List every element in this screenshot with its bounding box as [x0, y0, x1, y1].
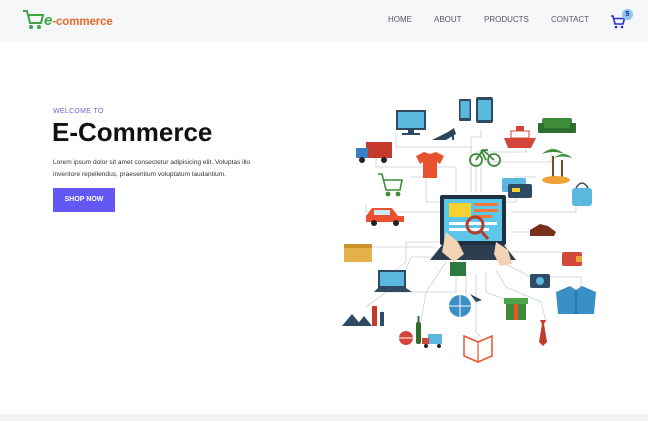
palm-island-icon	[542, 149, 572, 184]
tower-icon	[372, 306, 384, 326]
car-icon	[366, 208, 404, 226]
laptop-icon	[374, 270, 412, 292]
nav-products[interactable]: PRODUCTS	[484, 15, 529, 24]
nav-home[interactable]: HOME	[388, 15, 412, 24]
tablet-icon	[459, 99, 471, 121]
footer-strip	[0, 414, 648, 421]
ship-icon	[504, 126, 536, 148]
gift-icon	[504, 298, 528, 320]
brand-name: e-commerce	[44, 11, 113, 29]
hero-title: E-Commerce	[52, 117, 213, 147]
logo-cart-icon	[23, 10, 45, 29]
nav-about[interactable]: ABOUT	[434, 15, 462, 24]
heel-icon	[432, 128, 456, 140]
hero-description-line1: Lorem ipsum dolor sit amet consectetur a…	[53, 159, 251, 166]
ecommerce-illustration	[342, 97, 596, 363]
camera-icon	[530, 274, 550, 288]
navbar: e-commerce HOME ABOUT PRODUCTS CONTACT 5	[0, 0, 648, 42]
nav-contact[interactable]: CONTACT	[551, 15, 589, 24]
wine-icon	[416, 316, 421, 344]
cart-icon	[378, 173, 403, 197]
tshirt-icon	[416, 152, 444, 178]
monitor-icon	[396, 110, 426, 135]
box-icon	[344, 244, 372, 262]
sofa-icon	[538, 118, 576, 133]
hero-description-line2: inventore repellendus, praesentium volup…	[53, 171, 227, 178]
ball-icon	[399, 331, 413, 345]
cart-button[interactable]: 5	[610, 9, 634, 31]
phone-icon	[476, 97, 493, 123]
truck-small-icon	[422, 334, 442, 348]
brand-logo[interactable]: e-commerce	[22, 8, 113, 32]
tie-icon	[539, 320, 547, 346]
book-icon	[463, 334, 493, 363]
handbag-icon	[572, 182, 592, 206]
wallet-icon	[562, 252, 582, 266]
credit-card-icon	[502, 178, 532, 198]
hero-description: Lorem ipsum dolor sit amet consectetur a…	[53, 157, 293, 181]
pyramids-icon	[342, 314, 372, 326]
truck-icon	[356, 142, 392, 163]
globe-plane-icon	[449, 294, 482, 317]
cart-count-badge: 5	[622, 9, 633, 20]
hero-welcome: WELCOME TO	[53, 108, 104, 115]
shop-now-button[interactable]: SHOP NOW	[53, 188, 115, 212]
jacket-icon	[556, 286, 596, 314]
shoe-icon	[530, 224, 556, 236]
